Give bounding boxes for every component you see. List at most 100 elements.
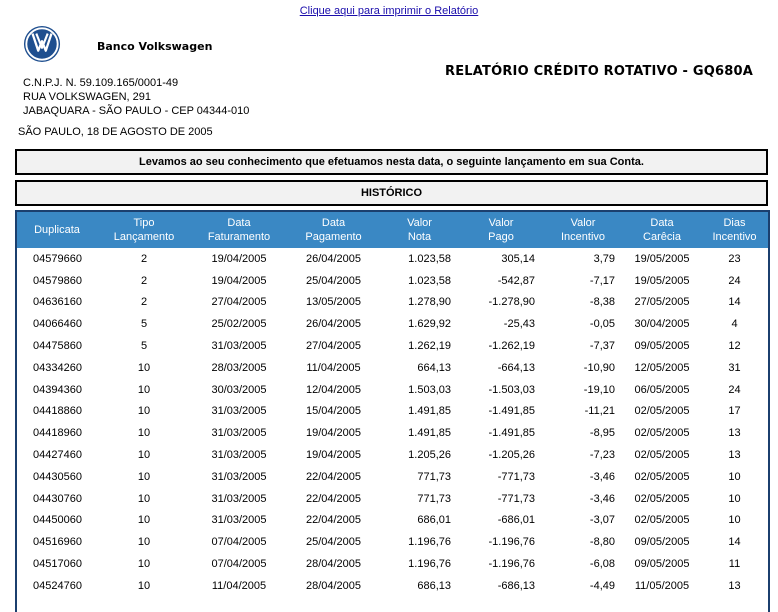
table-cell: 04427460 bbox=[33, 449, 82, 462]
column-header-line: Valor bbox=[488, 217, 514, 229]
table-row: 04427460 10 31/03/2005 19/04/2005 1.205,26 -1… bbox=[17, 444, 768, 466]
table-row: 04430760 10 31/03/2005 22/04/2005 771,73 -771… bbox=[17, 488, 768, 510]
table-cell: 12 bbox=[728, 340, 741, 353]
report-date: SÃO PAULO, 18 DE AGOSTO DE 2005 bbox=[18, 126, 213, 138]
table-row: 04430560 10 31/03/2005 22/04/2005 771,73 -771… bbox=[17, 466, 768, 488]
table-cell: 1.196,76 bbox=[408, 536, 451, 549]
column-header: Data Carêcia bbox=[623, 212, 701, 248]
table-cell: -19,10 bbox=[583, 383, 615, 396]
transactions-table: Duplicata Tipo Lançamento Data Faturamento Da… bbox=[17, 212, 768, 597]
table-cell: 09/05/2005 bbox=[634, 558, 690, 571]
table-cell: 10 bbox=[137, 492, 151, 505]
table-cell: 1.278,90 bbox=[408, 296, 451, 309]
table-cell: 24 bbox=[728, 274, 741, 287]
table-cell: 10 bbox=[728, 492, 741, 505]
table-cell: 04579660 bbox=[33, 252, 82, 265]
table-cell: -1.503,03 bbox=[488, 383, 535, 396]
notice-box: Levamos ao seu conhecimento que efetuamo… bbox=[15, 149, 768, 175]
table-cell: 2 bbox=[140, 252, 148, 265]
table-cell: -664,13 bbox=[497, 361, 535, 374]
table-row: 04524760 10 11/04/2005 28/04/2005 686,13 -686… bbox=[17, 575, 768, 597]
column-header: Data Faturamento bbox=[191, 212, 287, 248]
table-cell: 1.196,76 bbox=[408, 558, 451, 571]
table-cell: 02/05/2005 bbox=[634, 514, 690, 527]
table-cell: 19/04/2005 bbox=[211, 274, 267, 287]
table-cell: 31/03/2005 bbox=[211, 405, 267, 418]
table-row: 04418860 10 31/03/2005 15/04/2005 1.491,85 -1… bbox=[17, 401, 768, 423]
table-cell: 04418960 bbox=[33, 427, 82, 440]
table-cell: 771,73 bbox=[417, 492, 451, 505]
column-header: Data Pagamento bbox=[287, 212, 380, 248]
table-cell: 10 bbox=[137, 449, 151, 462]
table-row: 04334260 10 28/03/2005 11/04/2005 664,13 -664… bbox=[17, 357, 768, 379]
table-cell: 3,79 bbox=[593, 252, 615, 265]
table-cell: 10 bbox=[137, 514, 151, 527]
table-cell: -686,01 bbox=[497, 514, 535, 527]
table-cell: 5 bbox=[140, 318, 148, 331]
column-header: Duplicata bbox=[17, 212, 97, 248]
table-cell: 2 bbox=[140, 274, 148, 287]
column-header-line: Data bbox=[321, 217, 346, 229]
table-cell: -7,23 bbox=[589, 449, 615, 462]
table-cell: 02/05/2005 bbox=[634, 492, 690, 505]
table-cell: -1.491,85 bbox=[488, 405, 535, 418]
column-header-line: Carêcia bbox=[643, 231, 681, 243]
table-cell: -7,17 bbox=[589, 274, 615, 287]
column-header-line: Dias bbox=[723, 217, 746, 229]
table-body: 04579660 2 19/04/2005 26/04/2005 1.023,58 305… bbox=[17, 248, 768, 597]
table-cell: 30/04/2005 bbox=[634, 318, 690, 331]
table-cell: 31/03/2005 bbox=[211, 449, 267, 462]
table-cell: 686,13 bbox=[417, 579, 451, 592]
column-header: Valor Nota bbox=[380, 212, 459, 248]
table-cell: 27/04/2005 bbox=[305, 340, 362, 353]
column-header-line: Tipo bbox=[133, 217, 155, 229]
table-cell: 04636160 bbox=[33, 296, 82, 309]
table-cell: 13 bbox=[728, 427, 741, 440]
column-header-line: Incentivo bbox=[560, 231, 606, 243]
table-cell: 04430560 bbox=[33, 470, 82, 483]
table-cell: -1.491,85 bbox=[488, 427, 535, 440]
table-cell: 31 bbox=[728, 361, 741, 374]
print-report-link[interactable]: Clique aqui para imprimir o Relatório bbox=[0, 5, 778, 17]
table-cell: 04475860 bbox=[33, 340, 82, 353]
table-cell: 26/04/2005 bbox=[305, 318, 362, 331]
column-header-line: Duplicata bbox=[34, 224, 80, 236]
table-cell: -1.196,76 bbox=[488, 536, 535, 549]
table-row: 04475860 5 31/03/2005 27/04/2005 1.262,19 -1.… bbox=[17, 335, 768, 357]
table-cell: -771,73 bbox=[497, 470, 535, 483]
table-row: 04066460 5 25/02/2005 26/04/2005 1.629,92 -25… bbox=[17, 313, 768, 335]
column-header: Dias Incentivo bbox=[701, 212, 768, 248]
company-address: C.N.P.J. N. 59.109.165/0001-49 RUA VOLKS… bbox=[23, 76, 249, 118]
table-cell: 10 bbox=[728, 470, 741, 483]
table-cell: 04334260 bbox=[33, 361, 82, 374]
table-row: 04517060 10 07/04/2005 28/04/2005 1.196,76 -1… bbox=[17, 553, 768, 575]
table-cell: -771,73 bbox=[497, 492, 535, 505]
street-line: RUA VOLKSWAGEN, 291 bbox=[23, 91, 151, 103]
table-row: 04516960 10 07/04/2005 25/04/2005 1.196,76 -1… bbox=[17, 531, 768, 553]
table-cell: 09/05/2005 bbox=[634, 340, 690, 353]
table-cell: 12/04/2005 bbox=[305, 383, 362, 396]
table-cell: 11/05/2005 bbox=[634, 579, 690, 592]
table-cell: 28/04/2005 bbox=[305, 558, 362, 571]
table-cell: 5 bbox=[140, 340, 148, 353]
table-cell: 28/04/2005 bbox=[305, 579, 362, 592]
table-cell: 1.262,19 bbox=[408, 340, 451, 353]
table-cell: 15/04/2005 bbox=[305, 405, 362, 418]
history-heading: HISTÓRICO bbox=[15, 180, 768, 206]
column-header-line: Data bbox=[650, 217, 674, 229]
table-cell: -1.205,26 bbox=[488, 449, 535, 462]
column-header-line: Data bbox=[227, 217, 251, 229]
table-cell: 06/05/2005 bbox=[634, 383, 690, 396]
table-cell: 10 bbox=[137, 558, 151, 571]
table-cell: 04066460 bbox=[33, 318, 82, 331]
table-cell: -542,87 bbox=[497, 274, 535, 287]
table-cell: -3,46 bbox=[589, 470, 615, 483]
table-cell: -4,49 bbox=[589, 579, 615, 592]
column-header-line: Valor bbox=[570, 217, 596, 229]
table-cell: -3,46 bbox=[589, 492, 615, 505]
table-cell: 13 bbox=[728, 449, 741, 462]
column-header-line: Pagamento bbox=[305, 231, 362, 243]
table-cell: 31/03/2005 bbox=[211, 340, 267, 353]
table-cell: -0,05 bbox=[589, 318, 615, 331]
table-cell: 11 bbox=[728, 558, 741, 571]
